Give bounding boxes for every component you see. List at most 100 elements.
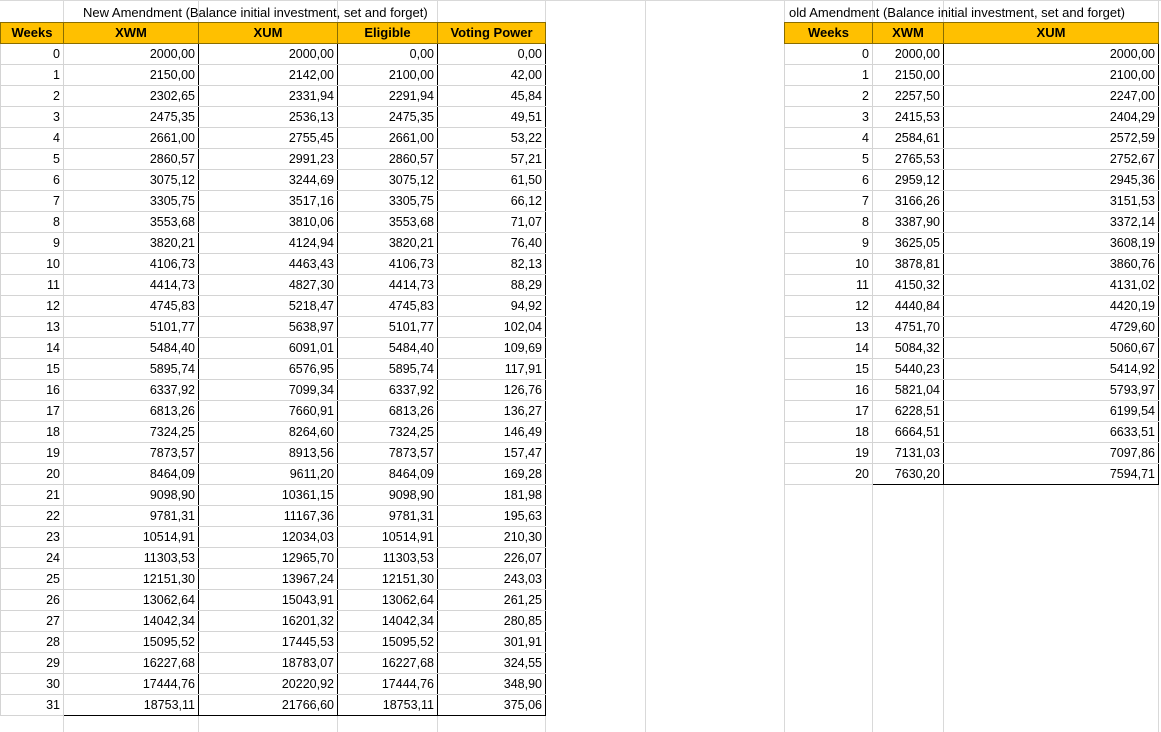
- cell-xwm[interactable]: 15095,52: [63, 631, 199, 653]
- cell-xwm[interactable]: 13062,64: [63, 589, 199, 611]
- column-header-xum[interactable]: XUM: [198, 22, 338, 44]
- cell-voting-power[interactable]: 169,28: [437, 463, 546, 485]
- cell-weeks[interactable]: 29: [0, 652, 64, 674]
- cell-voting-power[interactable]: 53,22: [437, 127, 546, 149]
- cell-weeks[interactable]: 30: [0, 673, 64, 695]
- cell-xum[interactable]: 2000,00: [198, 43, 338, 65]
- cell-xwm[interactable]: 11303,53: [63, 547, 199, 569]
- cell-eligible[interactable]: 5484,40: [337, 337, 438, 359]
- cell-eligible[interactable]: 2291,94: [337, 85, 438, 107]
- cell-xum[interactable]: 3860,76: [943, 253, 1159, 275]
- cell-weeks[interactable]: 26: [0, 589, 64, 611]
- cell-eligible[interactable]: 12151,30: [337, 568, 438, 590]
- cell-weeks[interactable]: 28: [0, 631, 64, 653]
- cell-weeks[interactable]: 14: [784, 337, 873, 359]
- cell-weeks[interactable]: 23: [0, 526, 64, 548]
- cell-xwm[interactable]: 2860,57: [63, 148, 199, 170]
- cell-eligible[interactable]: 5101,77: [337, 316, 438, 338]
- cell-xum[interactable]: 12034,03: [198, 526, 338, 548]
- cell-xum[interactable]: 7660,91: [198, 400, 338, 422]
- cell-eligible[interactable]: 17444,76: [337, 673, 438, 695]
- cell-xwm[interactable]: 3878,81: [872, 253, 944, 275]
- cell-xwm[interactable]: 6228,51: [872, 400, 944, 422]
- cell-voting-power[interactable]: 57,21: [437, 148, 546, 170]
- cell-eligible[interactable]: 3305,75: [337, 190, 438, 212]
- cell-xum[interactable]: 3244,69: [198, 169, 338, 191]
- cell-xwm[interactable]: 6664,51: [872, 421, 944, 443]
- cell-weeks[interactable]: 16: [0, 379, 64, 401]
- cell-xum[interactable]: 2000,00: [943, 43, 1159, 65]
- cell-weeks[interactable]: 4: [0, 127, 64, 149]
- cell-xum[interactable]: 3372,14: [943, 211, 1159, 233]
- cell-weeks[interactable]: 24: [0, 547, 64, 569]
- cell-eligible[interactable]: 5895,74: [337, 358, 438, 380]
- cell-voting-power[interactable]: 94,92: [437, 295, 546, 317]
- cell-voting-power[interactable]: 181,98: [437, 484, 546, 506]
- cell-xum[interactable]: 7099,34: [198, 379, 338, 401]
- cell-eligible[interactable]: 3075,12: [337, 169, 438, 191]
- cell-weeks[interactable]: 21: [0, 484, 64, 506]
- cell-xum[interactable]: 6633,51: [943, 421, 1159, 443]
- cell-xwm[interactable]: 9098,90: [63, 484, 199, 506]
- cell-xum[interactable]: 4124,94: [198, 232, 338, 254]
- cell-voting-power[interactable]: 136,27: [437, 400, 546, 422]
- cell-xum[interactable]: 10361,15: [198, 484, 338, 506]
- cell-voting-power[interactable]: 0,00: [437, 43, 546, 65]
- cell-xwm[interactable]: 2302,65: [63, 85, 199, 107]
- cell-xum[interactable]: 2247,00: [943, 85, 1159, 107]
- cell-weeks[interactable]: 7: [784, 190, 873, 212]
- cell-eligible[interactable]: 14042,34: [337, 610, 438, 632]
- cell-eligible[interactable]: 3553,68: [337, 211, 438, 233]
- cell-weeks[interactable]: 31: [0, 694, 64, 716]
- cell-xum[interactable]: 3608,19: [943, 232, 1159, 254]
- cell-xum[interactable]: 3810,06: [198, 211, 338, 233]
- column-header-eligible[interactable]: Eligible: [337, 22, 438, 44]
- cell-eligible[interactable]: 16227,68: [337, 652, 438, 674]
- cell-eligible[interactable]: 4414,73: [337, 274, 438, 296]
- cell-weeks[interactable]: 17: [784, 400, 873, 422]
- cell-xwm[interactable]: 6337,92: [63, 379, 199, 401]
- cell-xwm[interactable]: 3553,68: [63, 211, 199, 233]
- cell-weeks[interactable]: 18: [784, 421, 873, 443]
- column-header-weeks[interactable]: Weeks: [784, 22, 873, 44]
- cell-xum[interactable]: 6199,54: [943, 400, 1159, 422]
- column-header-weeks[interactable]: Weeks: [0, 22, 64, 44]
- cell-weeks[interactable]: 3: [0, 106, 64, 128]
- cell-voting-power[interactable]: 117,91: [437, 358, 546, 380]
- cell-voting-power[interactable]: 66,12: [437, 190, 546, 212]
- cell-xwm[interactable]: 7873,57: [63, 442, 199, 464]
- cell-xwm[interactable]: 2415,53: [872, 106, 944, 128]
- cell-weeks[interactable]: 7: [0, 190, 64, 212]
- cell-xum[interactable]: 2572,59: [943, 127, 1159, 149]
- cell-xwm[interactable]: 7630,20: [872, 463, 944, 485]
- column-header-xwm[interactable]: XWM: [63, 22, 199, 44]
- cell-xum[interactable]: 5414,92: [943, 358, 1159, 380]
- cell-xum[interactable]: 6576,95: [198, 358, 338, 380]
- cell-voting-power[interactable]: 42,00: [437, 64, 546, 86]
- cell-weeks[interactable]: 8: [784, 211, 873, 233]
- cell-voting-power[interactable]: 88,29: [437, 274, 546, 296]
- cell-xum[interactable]: 4420,19: [943, 295, 1159, 317]
- cell-weeks[interactable]: 25: [0, 568, 64, 590]
- cell-weeks[interactable]: 11: [784, 274, 873, 296]
- cell-weeks[interactable]: 13: [0, 316, 64, 338]
- cell-xwm[interactable]: 4751,70: [872, 316, 944, 338]
- cell-xum[interactable]: 15043,91: [198, 589, 338, 611]
- cell-xum[interactable]: 5793,97: [943, 379, 1159, 401]
- cell-xwm[interactable]: 6813,26: [63, 400, 199, 422]
- cell-weeks[interactable]: 9: [0, 232, 64, 254]
- cell-voting-power[interactable]: 280,85: [437, 610, 546, 632]
- cell-weeks[interactable]: 15: [0, 358, 64, 380]
- cell-xum[interactable]: 2945,36: [943, 169, 1159, 191]
- cell-voting-power[interactable]: 348,90: [437, 673, 546, 695]
- cell-eligible[interactable]: 9781,31: [337, 505, 438, 527]
- cell-xum[interactable]: 5060,67: [943, 337, 1159, 359]
- cell-weeks[interactable]: 19: [0, 442, 64, 464]
- cell-xum[interactable]: 2755,45: [198, 127, 338, 149]
- cell-xwm[interactable]: 10514,91: [63, 526, 199, 548]
- cell-voting-power[interactable]: 375,06: [437, 694, 546, 716]
- cell-weeks[interactable]: 12: [0, 295, 64, 317]
- cell-xum[interactable]: 16201,32: [198, 610, 338, 632]
- cell-eligible[interactable]: 2475,35: [337, 106, 438, 128]
- cell-xum[interactable]: 11167,36: [198, 505, 338, 527]
